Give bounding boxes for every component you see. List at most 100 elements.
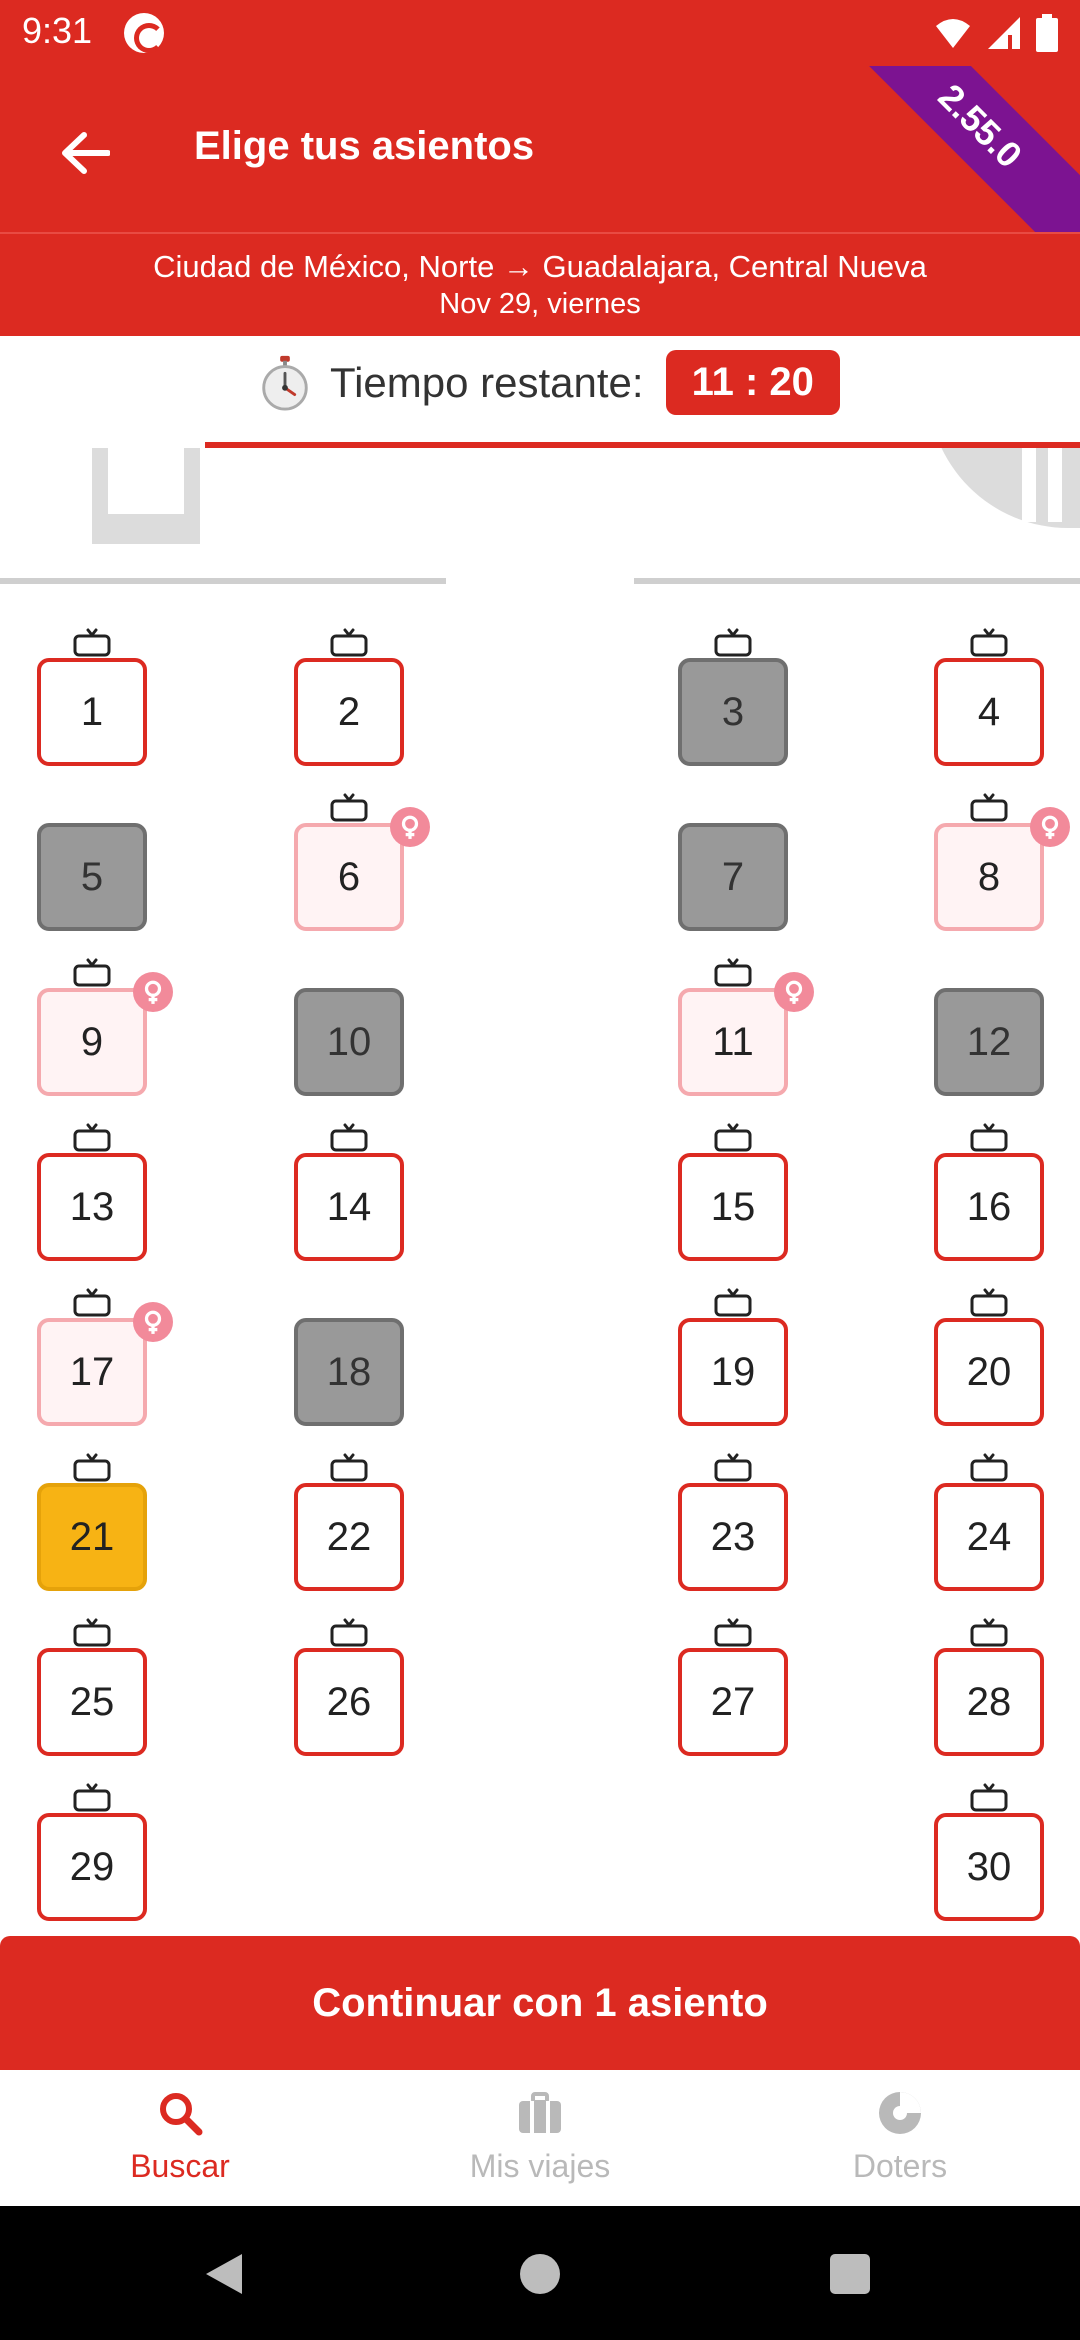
seat-14[interactable]: 14: [294, 1153, 404, 1261]
tv-icon: [970, 1618, 1008, 1647]
wifi-icon: [936, 19, 970, 48]
tv-icon: [73, 1618, 111, 1647]
seat-28[interactable]: 28: [934, 1648, 1044, 1756]
women-only-icon: [774, 972, 814, 1012]
seat-number: 22: [326, 1514, 372, 1559]
seat-number: 13: [69, 1184, 115, 1229]
seat-number: 5: [80, 854, 104, 899]
seat-19[interactable]: 19: [678, 1318, 788, 1426]
steering-wheel-bar: [1048, 448, 1062, 522]
page-title: Elige tus asientos: [194, 124, 535, 168]
doters-icon: [879, 2092, 921, 2134]
seat-2[interactable]: 2: [294, 658, 404, 766]
system-home-icon[interactable]: [520, 2254, 560, 2294]
tv-icon: [970, 1453, 1008, 1482]
continue-button[interactable]: Continuar con 1 asiento: [0, 1936, 1080, 2070]
seat-11[interactable]: 11: [678, 988, 788, 1096]
tv-icon: [73, 1453, 111, 1482]
seat-number: 2: [337, 689, 361, 734]
seat-number: 8: [977, 854, 1001, 899]
tv-icon: [970, 1783, 1008, 1812]
timer-row: Tiempo restante: 11 : 20: [0, 336, 1080, 446]
seat-number: 29: [69, 1844, 115, 1889]
seat-6[interactable]: 6: [294, 823, 404, 931]
tv-icon: [714, 1618, 752, 1647]
app-bar: Elige tus asientos 2.55.0: [0, 66, 1080, 232]
tv-icon: [970, 1123, 1008, 1152]
seat-15[interactable]: 15: [678, 1153, 788, 1261]
tv-icon: [714, 1123, 752, 1152]
seat-number: 4: [977, 689, 1001, 734]
seat-number: 16: [966, 1184, 1012, 1229]
seat-5: 5: [37, 823, 147, 931]
seat-3: 3: [678, 658, 788, 766]
seat-number: 18: [326, 1349, 372, 1394]
seat-25[interactable]: 25: [37, 1648, 147, 1756]
seat-number: 9: [80, 1019, 104, 1064]
system-back-icon[interactable]: [204, 2252, 244, 2296]
tv-icon: [970, 793, 1008, 822]
nav-label-buscar: Buscar: [130, 2148, 230, 2184]
seat-number: 30: [966, 1844, 1012, 1889]
seat-number: 6: [337, 854, 361, 899]
seat-16[interactable]: 16: [934, 1153, 1044, 1261]
seat-24[interactable]: 24: [934, 1483, 1044, 1591]
cell-signal-icon: [988, 17, 1020, 49]
seat-number: 14: [326, 1184, 372, 1229]
bottom-nav: Buscar Mis viajes Doters: [0, 2070, 1080, 2206]
seat-10: 10: [294, 988, 404, 1096]
seat-number: 21: [69, 1514, 115, 1559]
nav-label-doters: Doters: [852, 2148, 948, 2184]
back-button[interactable]: [50, 118, 120, 188]
briefcase-icon: [519, 2092, 561, 2133]
tv-icon: [714, 628, 752, 657]
route-banner: Ciudad de México, Norte → Guadalajara, C…: [0, 232, 1080, 336]
seat-number: 19: [710, 1349, 756, 1394]
bus-door-icon: [92, 448, 200, 544]
seat-13[interactable]: 13: [37, 1153, 147, 1261]
seat-27[interactable]: 27: [678, 1648, 788, 1756]
bus-divider-right: [634, 578, 1080, 584]
status-icons: [934, 14, 1058, 52]
trip-date: Nov 29, viernes: [439, 288, 641, 320]
nav-item-buscar[interactable]: Buscar: [0, 2070, 360, 2206]
seat-8[interactable]: 8: [934, 823, 1044, 931]
seat-9[interactable]: 9: [37, 988, 147, 1096]
seat-4[interactable]: 4: [934, 658, 1044, 766]
tv-icon: [330, 628, 368, 657]
nav-item-doters[interactable]: Doters: [720, 2070, 1080, 2206]
tv-icon: [714, 1453, 752, 1482]
seat-23[interactable]: 23: [678, 1483, 788, 1591]
seat-21[interactable]: 21: [37, 1483, 147, 1591]
app-notification-icon: [124, 13, 164, 53]
seat-29[interactable]: 29: [37, 1813, 147, 1921]
tv-icon: [330, 1453, 368, 1482]
seat-number: 15: [710, 1184, 756, 1229]
seat-30[interactable]: 30: [934, 1813, 1044, 1921]
seat-number: 10: [326, 1019, 372, 1064]
seat-number: 25: [69, 1679, 115, 1724]
seat-20[interactable]: 20: [934, 1318, 1044, 1426]
tv-icon: [73, 1123, 111, 1152]
seat-1[interactable]: 1: [37, 658, 147, 766]
tv-icon: [73, 1783, 111, 1812]
system-recents-icon[interactable]: [830, 2254, 870, 2294]
seat-number: 24: [966, 1514, 1012, 1559]
nav-label-mis-viajes: Mis viajes: [469, 2148, 611, 2184]
tv-icon: [73, 628, 111, 657]
seat-22[interactable]: 22: [294, 1483, 404, 1591]
tv-icon: [970, 1288, 1008, 1317]
seat-number: 7: [721, 854, 745, 899]
nav-item-mis-viajes[interactable]: Mis viajes: [360, 2070, 720, 2206]
timer-value: 11 : 20: [665, 350, 840, 415]
seat-number: 28: [966, 1679, 1012, 1724]
seat-26[interactable]: 26: [294, 1648, 404, 1756]
women-only-icon: [390, 807, 430, 847]
seat-number: 17: [69, 1349, 115, 1394]
women-only-icon: [133, 1302, 173, 1342]
seat-17[interactable]: 17: [37, 1318, 147, 1426]
seat-12: 12: [934, 988, 1044, 1096]
steering-wheel-bar: [1022, 448, 1036, 522]
women-only-icon: [133, 972, 173, 1012]
bus-front: [0, 448, 1080, 598]
